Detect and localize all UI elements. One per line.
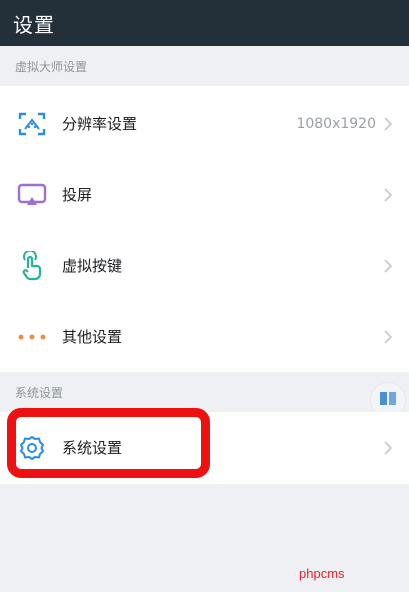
resolution-settings-label: 分辨率设置 <box>62 115 138 133</box>
chevron-right-icon <box>384 116 393 131</box>
empty-background-area <box>0 484 409 592</box>
book-icon <box>378 389 398 411</box>
cast-screen-icon <box>17 180 47 210</box>
system-settings-label: 系统设置 <box>62 439 123 457</box>
top-app-bar: 设置 <box>0 0 409 46</box>
touch-hand-icon <box>17 250 47 281</box>
chevron-right-icon <box>384 258 393 273</box>
section-header-system: 系统设置 <box>0 372 409 412</box>
cast-screen-row[interactable]: 投屏 <box>0 159 409 230</box>
resolution-settings-row[interactable]: 分辨率设置 1080x1920 <box>0 88 409 159</box>
chevron-right-icon <box>384 440 393 455</box>
cast-screen-label: 投屏 <box>62 186 93 204</box>
virtual-keys-row[interactable]: 虚拟按键 <box>0 230 409 301</box>
system-settings-row[interactable]: 系统设置 <box>0 412 409 483</box>
section-header-virtual-master: 虚拟大师设置 <box>0 46 409 86</box>
other-settings-row[interactable]: 其他设置 <box>0 301 409 372</box>
resolution-scan-icon <box>17 109 47 139</box>
gear-icon <box>17 433 47 463</box>
page-title: 设置 <box>13 12 55 37</box>
chevron-right-icon <box>384 329 393 344</box>
watermark-text: phpcms <box>299 566 345 581</box>
chevron-right-icon <box>384 187 393 202</box>
resolution-value: 1080x1920 <box>296 115 376 132</box>
more-dots-icon <box>17 322 47 352</box>
other-settings-label: 其他设置 <box>62 328 123 346</box>
virtual-keys-label: 虚拟按键 <box>62 257 123 275</box>
